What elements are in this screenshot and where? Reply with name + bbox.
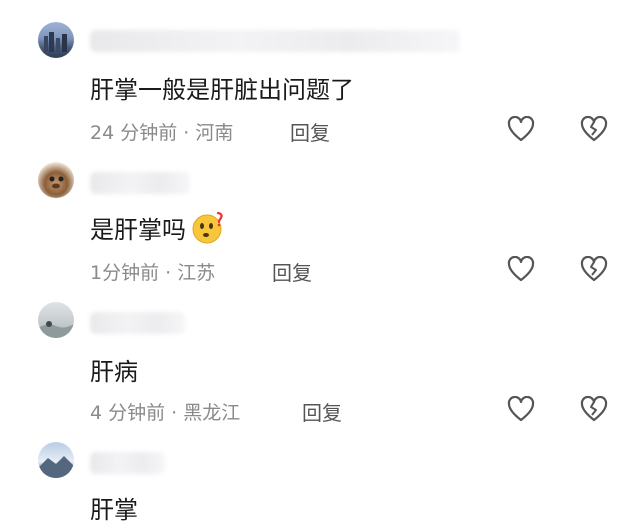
like-button[interactable]: [505, 393, 537, 425]
comment-text: 是肝掌吗: [90, 210, 226, 250]
thinking-face-icon: [190, 210, 226, 250]
heart-icon: [507, 396, 535, 422]
broken-heart-icon: [580, 256, 608, 282]
comment-meta: 4 分钟前 · 黑龙江: [90, 402, 241, 424]
avatar[interactable]: [38, 22, 74, 58]
comment-text: 肝掌: [90, 496, 138, 524]
username-blurred[interactable]: [90, 312, 185, 334]
like-button[interactable]: [505, 253, 537, 285]
reply-button[interactable]: 回复: [302, 397, 342, 426]
dislike-button[interactable]: [578, 253, 610, 285]
comment-text: 肝掌一般是肝脏出问题了: [90, 76, 354, 104]
username-blurred[interactable]: [90, 30, 460, 52]
broken-heart-icon: [580, 396, 608, 422]
comment-meta: 24 分钟前 · 河南: [90, 122, 234, 144]
avatar[interactable]: [38, 442, 74, 478]
avatar[interactable]: [38, 162, 74, 198]
reply-button[interactable]: 回复: [272, 257, 312, 286]
username-blurred[interactable]: [90, 172, 190, 194]
dislike-button[interactable]: [578, 113, 610, 145]
broken-heart-icon: [580, 116, 608, 142]
heart-icon: [507, 256, 535, 282]
comment-text: 肝病: [90, 358, 138, 386]
like-button[interactable]: [505, 113, 537, 145]
avatar[interactable]: [38, 302, 74, 338]
username-blurred[interactable]: [90, 452, 165, 474]
comment-meta: 1分钟前 · 江苏: [90, 262, 216, 284]
dislike-button[interactable]: [578, 393, 610, 425]
heart-icon: [507, 116, 535, 142]
reply-button[interactable]: 回复: [290, 117, 330, 146]
